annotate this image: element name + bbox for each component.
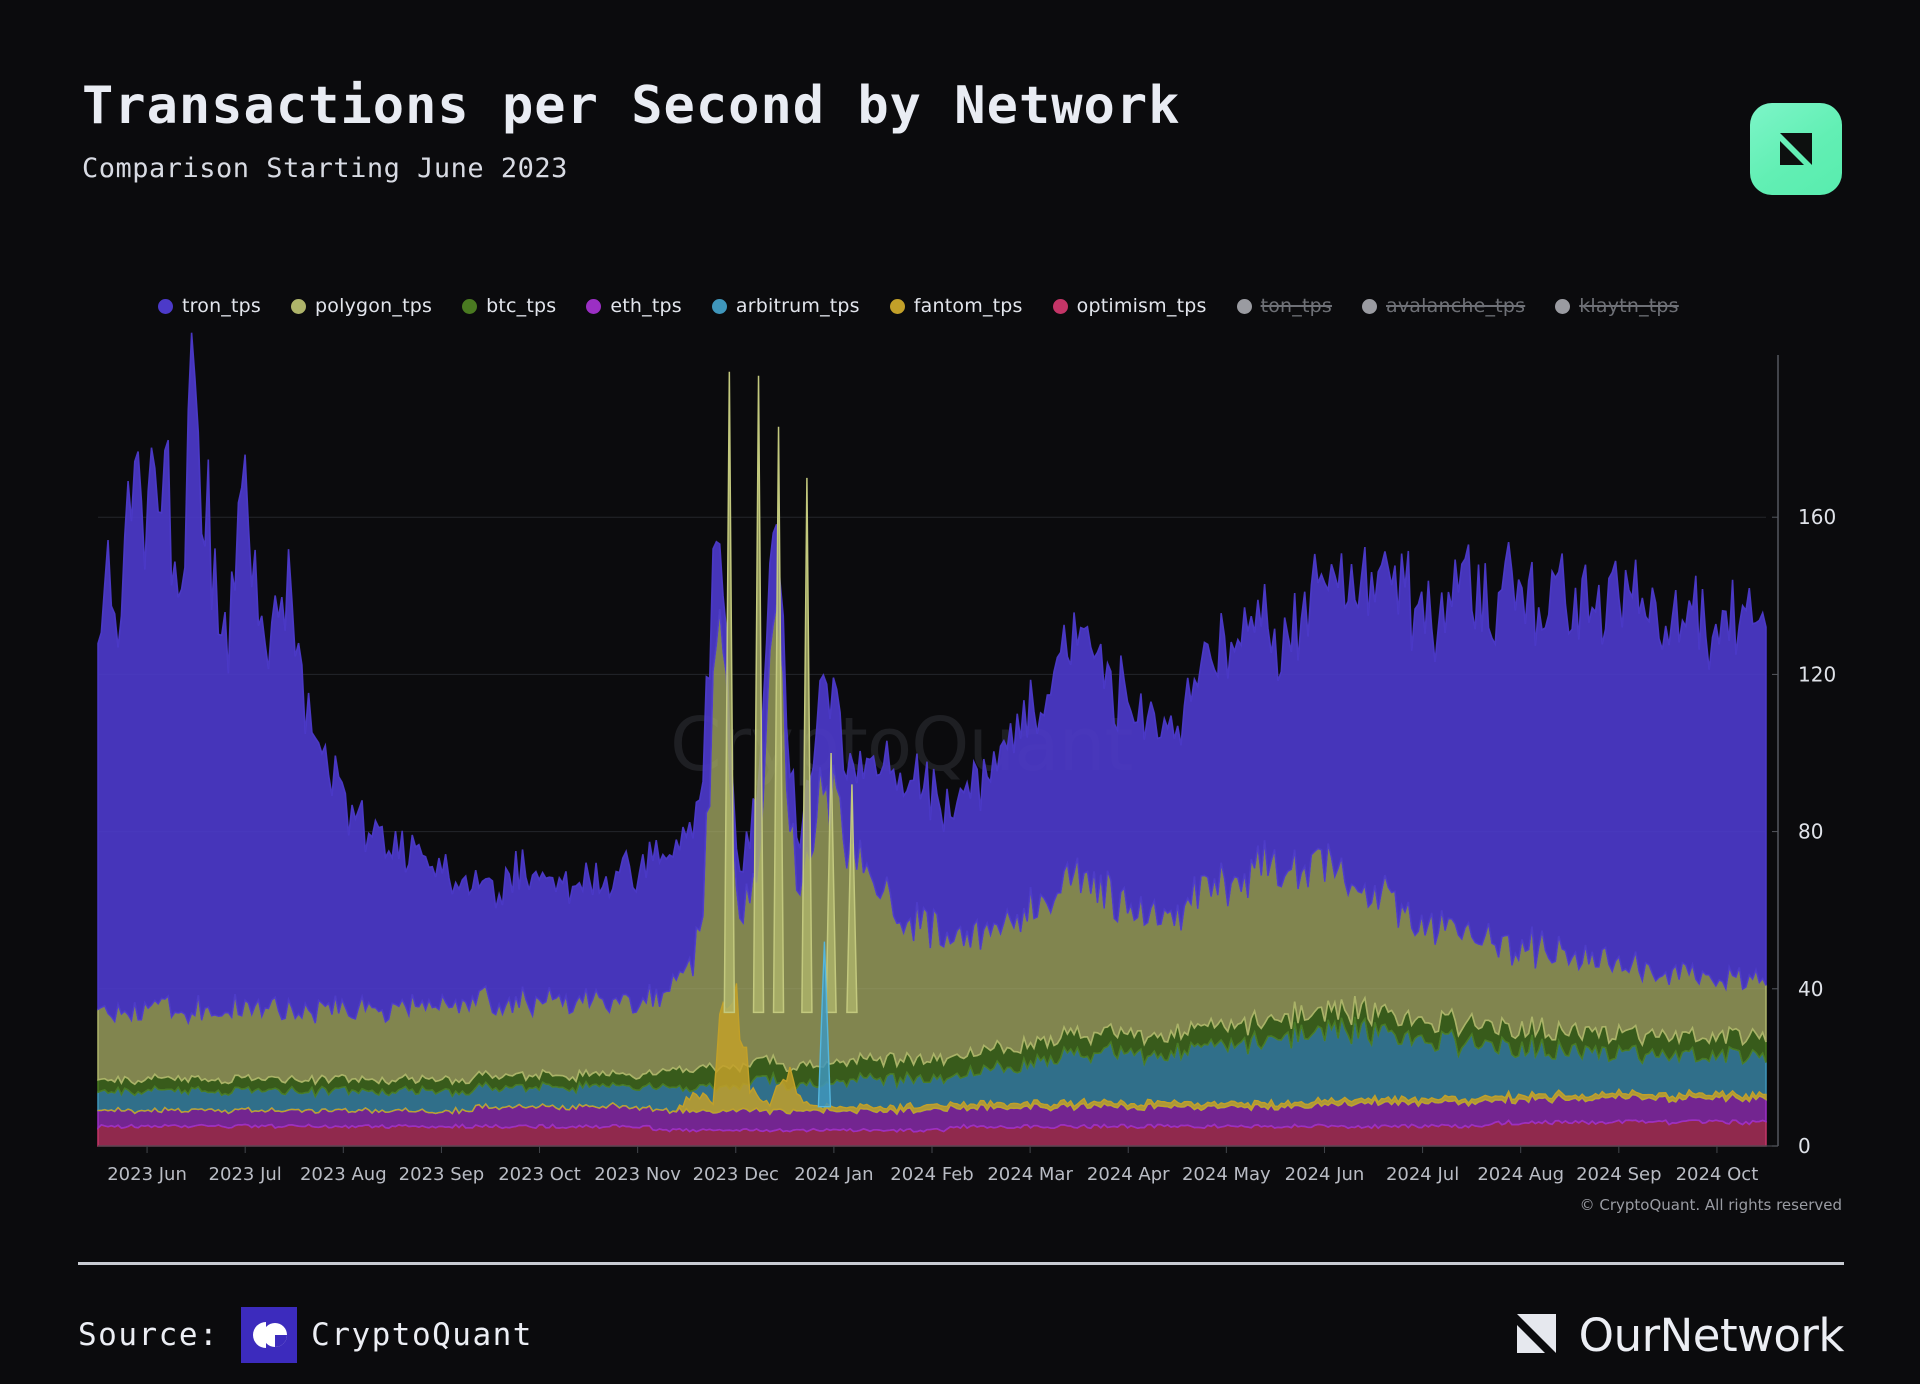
legend-swatch-icon	[1052, 298, 1068, 314]
chart-legend[interactable]: tron_tps polygon_tps btc_tps eth_tps arb…	[158, 295, 1679, 317]
y-axis-ticks: 0 40 80 120 160	[1772, 505, 1836, 1158]
footer-divider	[78, 1262, 1844, 1265]
source-label: Source:	[78, 1317, 220, 1353]
series-area-arbitrum	[97, 1016, 1767, 1116]
arbitrum-spike	[817, 941, 832, 1108]
cryptoquant-logo-icon	[241, 1307, 298, 1363]
series-area-eth	[97, 1091, 1767, 1133]
series-area-fantom	[97, 983, 1767, 1116]
polygon-spike	[723, 371, 736, 1014]
series-area-optimism	[97, 1119, 1767, 1147]
legend-swatch-icon	[158, 298, 173, 314]
legend-item-eth[interactable]: eth_tps	[586, 295, 682, 317]
polygon-spike	[752, 375, 765, 1014]
legend-swatch-icon	[711, 298, 727, 314]
x-tick-label: 2024 Jan	[794, 1164, 873, 1185]
y-tick-label: 120	[1798, 662, 1836, 686]
y-tick-label: 160	[1798, 505, 1836, 529]
legend-item-optimism[interactable]: optimism_tps	[1052, 295, 1207, 317]
legend-label: ton_tps	[1260, 295, 1333, 317]
polygon-spike	[825, 752, 837, 1014]
x-tick-label: 2024 Oct	[1676, 1164, 1759, 1185]
x-tick-label: 2024 Jun	[1285, 1164, 1365, 1185]
series-area-polygon	[97, 604, 1767, 1086]
legend-item-polygon[interactable]: polygon_tps	[291, 295, 432, 317]
polygon-spike	[846, 784, 858, 1014]
chart-watermark: CryptoQuant	[670, 702, 1134, 788]
x-tick-label: 2024 Aug	[1477, 1164, 1564, 1185]
legend-item-arbitrum[interactable]: arbitrum_tps	[711, 295, 860, 317]
x-tick-label: 2024 Feb	[890, 1164, 973, 1185]
legend-label: avalanche_tps	[1386, 295, 1526, 317]
series-area-btc	[97, 995, 1767, 1099]
source-attribution: Source: CryptoQuant	[78, 1307, 533, 1363]
ournetwork-logo-icon	[1750, 103, 1842, 195]
legend-swatch-icon	[586, 298, 602, 314]
ournetwork-brand: OurNetwork	[1511, 1307, 1845, 1363]
legend-swatch-icon	[1555, 298, 1571, 314]
footer: Source: CryptoQuant OurNetwork	[78, 1296, 1845, 1374]
page-subtitle: Comparison Starting June 2023	[82, 153, 568, 185]
x-tick-label: 2023 Aug	[300, 1164, 387, 1185]
legend-item-klaytn[interactable]: klaytn_tps	[1555, 295, 1679, 317]
legend-swatch-icon	[889, 298, 905, 314]
page-title: Transactions per Second by Network	[82, 76, 1181, 136]
legend-swatch-icon	[1236, 298, 1252, 314]
x-tick-label: 2023 Oct	[498, 1164, 581, 1185]
chart-page: Transactions per Second by Network Compa…	[0, 0, 1920, 1384]
x-tick-label: 2024 Apr	[1087, 1164, 1170, 1185]
legend-item-btc[interactable]: btc_tps	[462, 295, 556, 317]
chart-area: 0 40 80 120 160 2023 Jun 2023 Jul 2023 Aug 2023…	[0, 0, 1920, 1384]
y-tick-label: 40	[1798, 977, 1823, 1001]
x-tick-label: 2024 Sep	[1576, 1164, 1661, 1185]
legend-label: btc_tps	[486, 295, 557, 317]
series-area-tron	[97, 332, 1767, 1026]
x-tick-label: 2023 Jun	[107, 1164, 187, 1185]
legend-label: arbitrum_tps	[735, 295, 860, 317]
legend-item-avalanche[interactable]: avalanche_tps	[1362, 295, 1525, 317]
legend-item-fantom[interactable]: fantom_tps	[889, 295, 1023, 317]
legend-swatch-icon	[291, 298, 307, 314]
ournetwork-wordmark: OurNetwork	[1578, 1308, 1845, 1362]
x-tick-label: 2023 Sep	[399, 1164, 484, 1185]
y-tick-label: 0	[1798, 1134, 1811, 1158]
x-tick-label: 2023 Nov	[594, 1164, 681, 1185]
x-tick-label: 2023 Jul	[209, 1164, 282, 1185]
x-axis-ticks: 2023 Jun 2023 Jul 2023 Aug 2023 Sep 2023 Oct…	[107, 1146, 1758, 1185]
legend-label: tron_tps	[182, 295, 262, 317]
legend-swatch-icon	[462, 298, 478, 314]
y-tick-label: 80	[1798, 820, 1823, 844]
x-tick-label: 2024 May	[1182, 1164, 1271, 1185]
legend-item-tron[interactable]: tron_tps	[158, 295, 261, 317]
x-tick-label: 2024 Jul	[1386, 1164, 1459, 1185]
source-name: CryptoQuant	[311, 1317, 533, 1353]
legend-label: optimism_tps	[1076, 295, 1207, 317]
legend-item-ton[interactable]: ton_tps	[1236, 295, 1333, 317]
x-tick-label: 2024 Mar	[987, 1164, 1073, 1185]
legend-swatch-icon	[1362, 298, 1378, 314]
legend-label: fantom_tps	[913, 295, 1023, 317]
legend-label: eth_tps	[610, 295, 682, 317]
ournetwork-mark-icon	[1511, 1307, 1563, 1363]
x-tick-label: 2023 Dec	[693, 1164, 779, 1185]
chart-copyright: © CryptoQuant. All rights reserved	[1579, 1196, 1842, 1214]
header: Transactions per Second by Network Compa…	[82, 76, 1842, 185]
legend-label: klaytn_tps	[1579, 295, 1679, 317]
stacked-area-chart: 04080120160 2023 Jun 2023 Jul 2023 Aug 2023…	[97, 332, 1836, 1185]
legend-label: polygon_tps	[315, 295, 433, 317]
